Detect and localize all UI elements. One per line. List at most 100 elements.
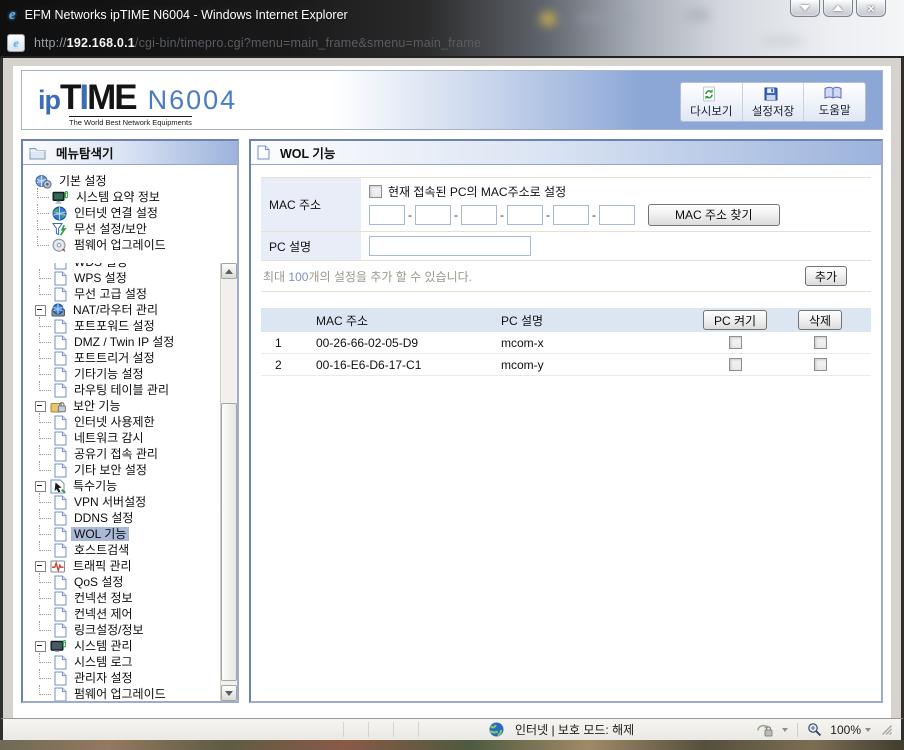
mac-octet-input-6[interactable] [599,204,635,225]
menu-tree-item-23[interactable]: 링크설정/정보 [23,621,220,638]
menu-tree-item-25[interactable]: 시스템 로그 [23,653,220,670]
top-tree-item-1[interactable]: 시스템 요약 정보 [23,188,237,205]
status-bar: 인터넷 | 보호 모드: 해제 100% [0,718,904,740]
menu-tree-item-9[interactable]: 보안 기능 [23,398,220,414]
menu-tree-item-6[interactable]: 포트트리거 설정 [23,349,220,366]
collapse-toggle-icon[interactable] [35,400,46,412]
status-bar-right: 100% [756,719,893,740]
mac-octet-input-2[interactable] [415,204,451,225]
menu-tree-item-12[interactable]: 공유기 접속 관리 [23,445,220,462]
pc-column-header: PC 설명 [501,313,544,328]
menu-tree-item-5[interactable]: DMZ / Twin IP 설정 [23,333,220,350]
scrollbar-thumb[interactable] [221,403,237,681]
scroll-up-button[interactable] [221,263,237,279]
system-management-icon [50,639,67,654]
collapse-toggle-icon[interactable] [35,640,46,652]
use-current-pc-checkbox[interactable] [369,184,382,198]
delete-checkbox[interactable] [813,336,827,349]
page-icon [257,145,270,160]
menu-tree-item-3[interactable]: NAT/라우터 관리 [23,302,220,318]
scroll-down-button[interactable] [221,685,237,701]
sidebar-scrollbar[interactable] [220,263,237,701]
sidebar-header: 메뉴탐색기 [23,141,237,165]
top-tree-item-2[interactable]: 인터넷 연결 설정 [23,204,237,221]
tree-item-label: DMZ / Twin IP 설정 [74,335,175,349]
internet-setup-icon [52,206,67,221]
url-scheme: http:// [34,36,67,50]
menu-tree-item-10[interactable]: 인터넷 사용제한 [23,413,220,430]
menu-tree-item-20[interactable]: QoS 설정 [23,573,220,590]
menu-tree-item-11[interactable]: 네트워크 감시 [23,429,220,446]
menu-tree-item-0[interactable]: WDS 설정 [23,263,220,270]
find-mac-button[interactable]: MAC 주소 찾기 [648,203,780,226]
wake-checkbox[interactable] [728,358,742,371]
add-button[interactable]: 추가 [804,266,847,286]
browser-viewport: ip T I ME N6004 The World Best Network Equi… [0,58,904,718]
mac-octet-input-4[interactable] [507,204,543,225]
table-header-row: MAC 주소 PC 설명 PC 켜기 삭제 [261,308,871,332]
tree-connector [39,525,51,535]
menu-tree-item-19[interactable]: 트래픽 관리 [23,558,220,574]
menu-tree-item-21[interactable]: 컨넥션 정보 [23,589,220,606]
tree-connector [39,573,51,583]
menu-tree-item-24[interactable]: 시스템 관리 [23,638,220,654]
refresh-button[interactable]: 다시보기 [681,83,742,121]
mac-octet-input-3[interactable] [461,204,497,225]
tree-item-label: 펌웨어 업그레이드 [74,687,166,701]
row-pc-name: mcom-y [501,357,544,372]
menu-tree-item-14[interactable]: 특수기능 [23,478,220,494]
collapse-toggle-icon[interactable] [35,560,46,572]
tree-connector [39,621,51,631]
close-button[interactable]: × [856,0,886,17]
url-text[interactable]: http://192.168.0.1/cgi-bin/timepro.cgi?m… [34,36,481,50]
mac-octet-input-1[interactable] [369,204,405,225]
delete-checkbox[interactable] [813,358,827,371]
mac-octet-input-5[interactable] [553,204,589,225]
menu-tree-item-15[interactable]: VPN 서버설정 [23,493,220,510]
menu-tree-item-27[interactable]: 펌웨어 업그레이드 [23,685,220,701]
protected-mode-dropdown-icon[interactable] [782,727,789,732]
zoom-level[interactable]: 100% [830,723,861,737]
top-tree-item-4[interactable]: 펌웨어 업그레이드 [23,236,237,253]
magnifier-icon[interactable] [807,722,822,737]
maximize-button[interactable] [823,0,853,17]
page-icon [54,367,67,382]
row-mac-address: 00-16-E6-D6-17-C1 [316,357,422,372]
menu-tree-item-13[interactable]: 기타 보안 설정 [23,461,220,478]
delete-button[interactable]: 삭제 [797,310,843,330]
address-bar[interactable]: e http://192.168.0.1/cgi-bin/timepro.cgi… [0,30,904,56]
top-tree-item-3[interactable]: 무선 설정/보안 [23,220,237,237]
note-row: 최대 100개의 설정을 추가 할 수 있습니다. 추가 [261,261,871,291]
tree-item-label: 기타 보안 설정 [74,463,147,477]
help-button[interactable]: 도움말 [803,83,865,121]
wake-checkbox[interactable] [728,336,742,349]
menu-tree-item-4[interactable]: 포트포워드 설정 [23,317,220,334]
wake-pc-button[interactable]: PC 켜기 [702,310,768,330]
menu-tree-item-17[interactable]: WOL 기능 [23,525,220,542]
minimize-button[interactable] [790,0,820,17]
browser-chrome: e EFM Networks ipTIME N6004 - Windows In… [0,0,904,58]
folder-icon [29,146,46,160]
menu-tree-item-7[interactable]: 기타기능 설정 [23,365,220,382]
menu-tree-item-16[interactable]: DDNS 설정 [23,509,220,526]
menu-tree-item-1[interactable]: WPS 설정 [23,269,220,286]
row-pc-name: mcom-x [501,335,544,350]
protected-mode-icon[interactable] [756,723,774,737]
collapse-toggle-icon[interactable] [35,304,46,316]
tree-connector [39,349,51,359]
menu-tree-item-26[interactable]: 관리자 설정 [23,669,220,686]
menu-tree-item-22[interactable]: 컨넥션 제어 [23,605,220,622]
resize-grip-icon[interactable] [881,724,893,736]
row-mac-address: 00-26-66-02-05-D9 [316,335,419,350]
pc-name-input[interactable] [369,236,531,256]
top-tree-item-0[interactable]: 기본 설정 [23,173,237,189]
menu-tree-item-2[interactable]: 무선 고급 설정 [23,285,220,302]
wol-panel: WOL 기능 MAC 주소 현재 접속된 PC의 MAC주소로 설정 - - -… [249,139,883,703]
collapse-toggle-icon[interactable] [35,480,46,492]
menu-tree-item-18[interactable]: 호스트검색 [23,541,220,558]
save-settings-button[interactable]: 설정저장 [741,83,804,121]
menu-tree-item-8[interactable]: 라우팅 테이블 관리 [23,381,220,398]
zoom-dropdown-icon[interactable] [865,727,871,732]
banner-toolbar: 다시보기 설정저장 도움말 [680,82,866,122]
mac-address-row: MAC 주소 현재 접속된 PC의 MAC주소로 설정 - - - - - MA… [261,178,871,231]
